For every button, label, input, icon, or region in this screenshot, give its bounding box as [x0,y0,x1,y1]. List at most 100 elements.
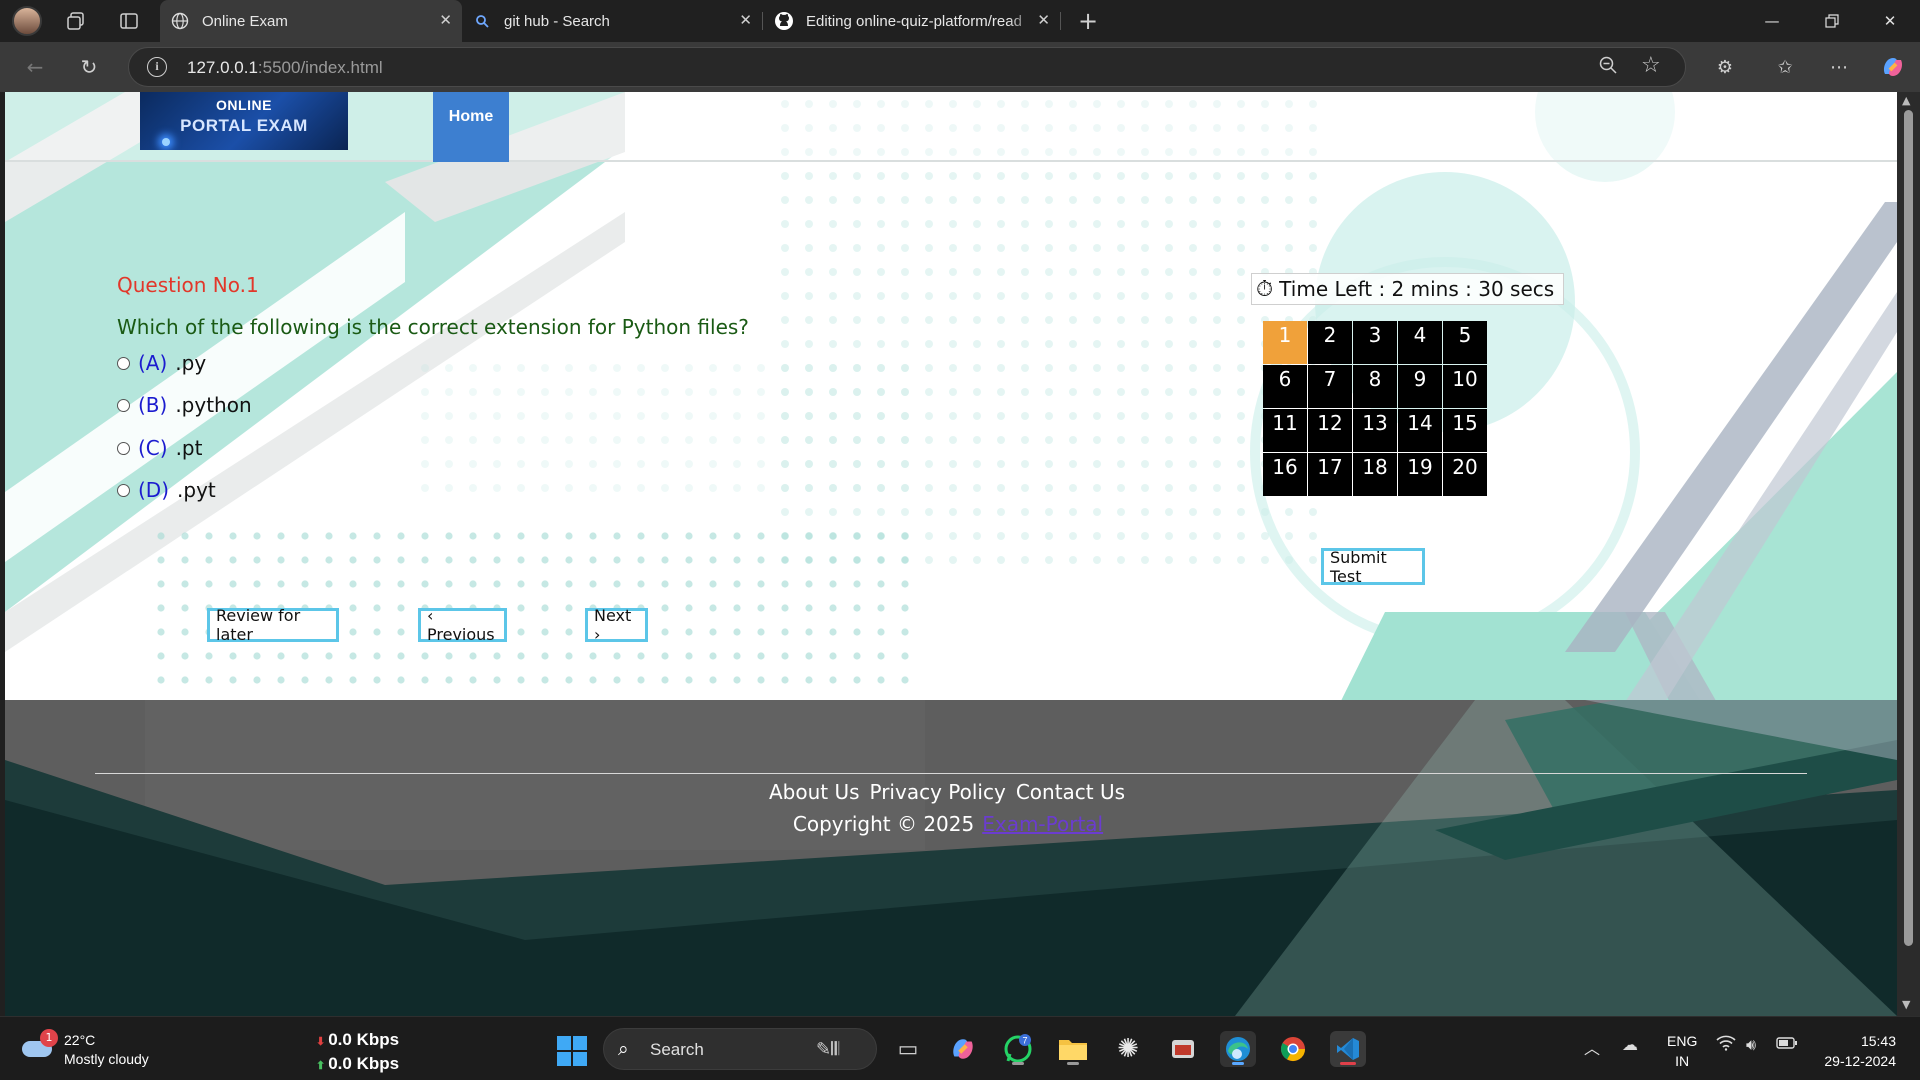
snipping-tool-icon[interactable] [1165,1031,1201,1067]
whatsapp-icon[interactable]: 7 [1000,1031,1036,1067]
question-palette-item[interactable]: 5 [1443,321,1487,364]
weather-condition: Mostly cloudy [64,1051,149,1067]
show-hidden-icons-icon[interactable]: ︿ [1584,1035,1600,1059]
question-palette-item[interactable]: 12 [1308,409,1352,452]
favorite-star-icon[interactable]: ☆ [1641,53,1661,78]
tab-close-icon[interactable]: ✕ [439,11,452,29]
question-palette-item[interactable]: 10 [1443,365,1487,408]
restore-icon[interactable] [1804,0,1860,42]
question-palette-item[interactable]: 14 [1398,409,1442,452]
submit-test-button[interactable]: Submit Test [1321,548,1425,586]
workspaces-icon[interactable] [60,6,92,36]
weather-widget[interactable]: 1 [20,1029,58,1059]
chrome-icon[interactable] [1275,1031,1311,1067]
whatsapp-badge: 7 [1022,1036,1027,1046]
footer-divider [95,773,1807,774]
site-logo[interactable]: ONLINE PORTAL EXAM [140,92,348,150]
question-palette-item[interactable]: 13 [1353,409,1397,452]
tab-online-exam[interactable]: Online Exam ✕ [160,0,462,42]
system-clock[interactable]: 15:43 29-12-2024 [1812,1031,1896,1071]
copilot-icon[interactable] [1876,52,1910,82]
question-palette-item[interactable]: 9 [1398,365,1442,408]
chatgpt-icon[interactable]: ✺ [1110,1031,1146,1067]
vscode-icon[interactable] [1330,1031,1366,1067]
question-palette-item[interactable]: 16 [1263,453,1307,496]
extensions-icon[interactable]: ⚙ [1708,52,1742,82]
profile-avatar[interactable] [12,6,42,36]
tab-close-icon[interactable]: ✕ [1037,11,1050,29]
scroll-up-arrow-icon[interactable]: ▲ [1902,94,1910,107]
next-button[interactable]: Next › [585,606,648,644]
question-palette-item[interactable]: 8 [1353,365,1397,408]
taskbar-search[interactable]: ⌕ Search ✎𝄃𝄃 [603,1028,877,1070]
tab-actions-icon[interactable] [113,6,145,36]
scroll-down-arrow-icon[interactable]: ▼ [1902,998,1910,1011]
weather-text[interactable]: 22°C Mostly cloudy [64,1031,149,1069]
volume-icon[interactable]: 🔊︎ [1746,1035,1756,1055]
running-indicator [1012,1062,1024,1065]
question-palette-item[interactable]: 4 [1398,321,1442,364]
search-favicon-icon [472,11,492,31]
zoom-out-icon[interactable] [1599,56,1617,79]
option-c[interactable]: (C) .pt [117,434,202,462]
option-radio[interactable] [117,356,130,370]
stopwatch-icon: ⏱ [1256,276,1274,302]
option-radio[interactable] [117,483,130,497]
logo-line-1: ONLINE [216,97,272,113]
question-palette-item[interactable]: 11 [1263,409,1307,452]
option-radio[interactable] [117,441,130,455]
previous-button[interactable]: ‹ Previous [418,606,507,644]
running-indicator [1340,1062,1356,1065]
task-view-icon[interactable]: ▭ [890,1031,926,1067]
page-scrollbar[interactable]: ▲ ▼ [1897,92,1920,1016]
edge-browser-icon[interactable] [1220,1031,1256,1067]
more-menu-icon[interactable]: ⋯ [1822,52,1856,82]
copilot-app-icon[interactable] [945,1031,981,1067]
onedrive-offline-icon[interactable]: ☁ [1622,1035,1638,1054]
region-code: IN [1675,1053,1690,1069]
upload-arrow-icon: ⬆ [316,1060,326,1072]
option-letter: (B) [138,393,168,417]
file-explorer-icon[interactable] [1055,1031,1091,1067]
privacy-policy-link[interactable]: Privacy Policy [870,780,1006,804]
question-palette-item[interactable]: 17 [1308,453,1352,496]
question-palette-item[interactable]: 2 [1308,321,1352,364]
option-a[interactable]: (A) .py [117,349,206,377]
question-palette-item[interactable]: 19 [1398,453,1442,496]
nav-home-link[interactable]: Home [433,92,509,162]
windows-start-icon[interactable] [557,1036,587,1066]
question-palette-item[interactable]: 7 [1308,365,1352,408]
question-palette-item[interactable]: 1 [1263,321,1307,364]
favorites-icon[interactable]: ✩ [1768,52,1802,82]
question-palette-item[interactable]: 3 [1353,321,1397,364]
battery-icon[interactable] [1776,1035,1798,1054]
back-arrow-icon[interactable]: ← [18,52,52,82]
reload-icon[interactable]: ↻ [72,52,106,82]
input-language[interactable]: ENG IN [1667,1031,1697,1071]
tab-github-editing[interactable]: Editing online-quiz-platform/read ✕ [764,0,1060,42]
copyright-text: Copyright © 2025 [792,812,975,836]
review-later-button[interactable]: Review for later [207,606,339,644]
notification-badge: 1 [40,1029,58,1047]
minimize-icon[interactable]: — [1744,0,1800,42]
tab-close-icon[interactable]: ✕ [739,11,752,29]
tab-github-search[interactable]: git hub - Search ✕ [462,0,762,42]
exam-portal-link[interactable]: Exam-Portal [982,812,1103,836]
question-palette-item[interactable]: 15 [1443,409,1487,452]
about-us-link[interactable]: About Us [769,780,860,804]
new-tab-icon[interactable]: + [1072,6,1104,36]
option-radio[interactable] [117,398,130,412]
option-b[interactable]: (B) .python [117,391,252,419]
url-text: 127.0.0.1:5500/index.html [187,58,383,77]
option-value: .pt [175,436,203,460]
contact-us-link[interactable]: Contact Us [1016,780,1125,804]
site-info-icon[interactable]: i [147,57,167,77]
question-palette-item[interactable]: 6 [1263,365,1307,408]
option-d[interactable]: (D) .pyt [117,476,216,504]
window-close-icon[interactable]: ✕ [1862,0,1918,42]
question-palette-item[interactable]: 18 [1353,453,1397,496]
scrollbar-thumb[interactable] [1904,110,1913,946]
address-bar[interactable]: i 127.0.0.1:5500/index.html ☆ [128,47,1686,87]
question-palette-item[interactable]: 20 [1443,453,1487,496]
wifi-icon[interactable] [1716,1035,1736,1055]
